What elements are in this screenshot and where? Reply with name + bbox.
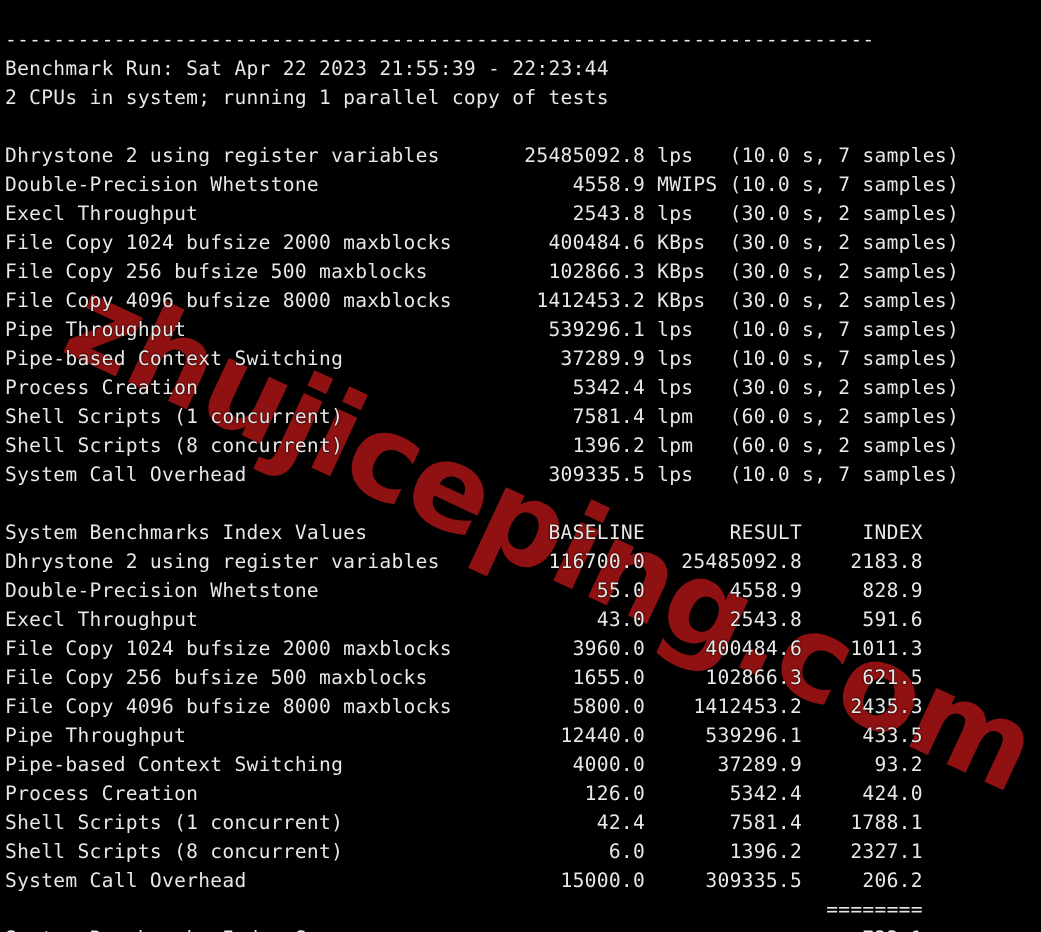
index-score-line: System Benchmarks Index Score 733.1 [5,924,959,932]
terminal-output: ----------------------------------------… [0,20,959,932]
index-table-row: File Copy 4096 bufsize 8000 maxblocks 58… [5,694,923,718]
benchmark-run-line: Benchmark Run: Sat Apr 22 2023 21:55:39 … [5,56,609,80]
raw-result-row: File Copy 1024 bufsize 2000 maxblocks 40… [5,230,960,254]
raw-result-row: File Copy 256 bufsize 500 maxblocks 1028… [5,259,960,283]
raw-result-row: Shell Scripts (1 concurrent) 7581.4 lpm … [5,404,960,428]
raw-results-block: Dhrystone 2 using register variables 254… [5,141,959,489]
terminal-window: zhujiceping.com ------------------------… [0,0,1041,932]
index-table-row: Pipe Throughput 12440.0 539296.1 433.5 [5,723,923,747]
raw-result-row: Pipe-based Context Switching 37289.9 lps… [5,346,960,370]
index-table-row: Dhrystone 2 using register variables 116… [5,549,923,573]
top-rule: ----------------------------------------… [5,27,875,51]
raw-result-row: Double-Precision Whetstone 4558.9 MWIPS … [5,172,960,196]
index-table-row: System Call Overhead 15000.0 309335.5 20… [5,868,923,892]
raw-result-row: Process Creation 5342.4 lps (30.0 s, 2 s… [5,375,960,399]
index-table-row: Process Creation 126.0 5342.4 424.0 [5,781,923,805]
index-table-row: Double-Precision Whetstone 55.0 4558.9 8… [5,578,923,602]
raw-result-row: Shell Scripts (8 concurrent) 1396.2 lpm … [5,433,960,457]
index-table-header: System Benchmarks Index Values BASELINE … [5,520,923,544]
raw-result-row: File Copy 4096 bufsize 8000 maxblocks 14… [5,288,960,312]
index-table-row: Shell Scripts (8 concurrent) 6.0 1396.2 … [5,839,923,863]
raw-result-row: Pipe Throughput 539296.1 lps (10.0 s, 7 … [5,317,960,341]
index-table-row: File Copy 1024 bufsize 2000 maxblocks 39… [5,636,923,660]
index-rows-block: Dhrystone 2 using register variables 116… [5,547,959,895]
raw-result-row: Execl Throughput 2543.8 lps (30.0 s, 2 s… [5,201,960,225]
index-table-row: Shell Scripts (1 concurrent) 42.4 7581.4… [5,810,923,834]
cpu-info-line: 2 CPUs in system; running 1 parallel cop… [5,85,609,109]
raw-result-row: System Call Overhead 309335.5 lps (10.0 … [5,462,960,486]
score-separator-line: ======== [5,897,923,921]
index-table-row: Execl Throughput 43.0 2543.8 591.6 [5,607,923,631]
index-table-row: File Copy 256 bufsize 500 maxblocks 1655… [5,665,923,689]
index-table-row: Pipe-based Context Switching 4000.0 3728… [5,752,923,776]
raw-result-row: Dhrystone 2 using register variables 254… [5,143,960,167]
